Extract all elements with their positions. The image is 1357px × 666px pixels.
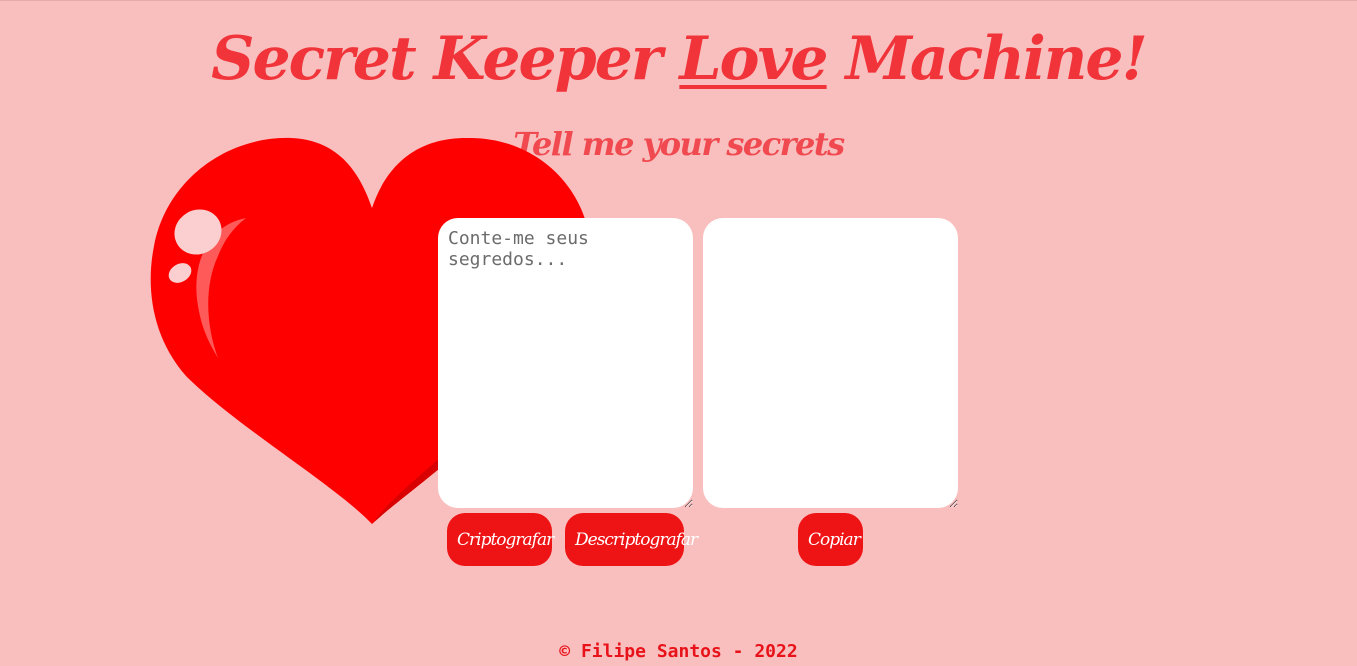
- decrypt-button[interactable]: Descriptografar: [565, 513, 698, 566]
- footer-copyright: © Filipe Santos - 2022: [559, 641, 798, 662]
- page-title: Secret Keeper Love Machine!: [0, 23, 1357, 95]
- title-love: Love: [679, 24, 828, 94]
- copy-button[interactable]: Copiar: [798, 513, 863, 566]
- title-part2: Machine!: [826, 24, 1147, 94]
- secret-input[interactable]: [438, 218, 693, 508]
- page: Secret Keeper Love Machine! Tell me your…: [0, 0, 1357, 666]
- title-part1: Secret Keeper: [211, 24, 680, 94]
- encrypt-button[interactable]: Criptografar: [447, 513, 554, 566]
- secret-output[interactable]: [703, 218, 958, 508]
